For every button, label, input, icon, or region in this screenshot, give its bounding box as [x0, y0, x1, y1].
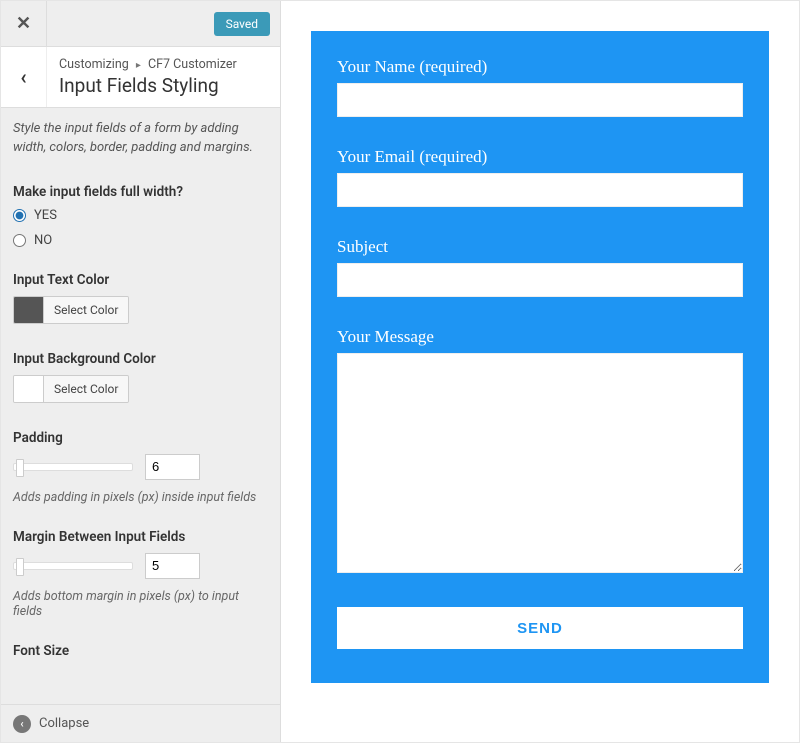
- control-help: Adds padding in pixels (px) inside input…: [13, 490, 268, 505]
- email-input[interactable]: [337, 173, 743, 207]
- sidebar-body: Style the input fields of a form by addi…: [1, 108, 280, 742]
- field-label: Subject: [337, 237, 743, 257]
- collapse-label: Collapse: [39, 716, 89, 731]
- message-textarea[interactable]: [337, 353, 743, 573]
- control-label: Padding: [13, 430, 268, 446]
- control-help: Adds bottom margin in pixels (px) to inp…: [13, 589, 268, 619]
- radio-no-row[interactable]: NO: [13, 233, 268, 248]
- contact-form: Your Name (required) Your Email (require…: [311, 31, 769, 683]
- control-bg-color: Input Background Color Select Color: [13, 351, 268, 406]
- control-text-color: Input Text Color Select Color: [13, 272, 268, 327]
- margin-slider[interactable]: [13, 562, 133, 570]
- collapse-button[interactable]: ‹ Collapse: [1, 704, 280, 742]
- close-icon: ✕: [16, 13, 31, 34]
- color-picker-text[interactable]: Select Color: [13, 296, 129, 324]
- padding-input[interactable]: [145, 454, 200, 480]
- saved-badge: Saved: [214, 12, 270, 36]
- control-label: Input Background Color: [13, 351, 268, 367]
- radio-yes-label: YES: [34, 208, 57, 223]
- send-button[interactable]: SEND: [337, 607, 743, 649]
- breadcrumb-root: Customizing: [59, 57, 129, 72]
- customizer-sidebar: ✕ Saved ‹ Customizing ▸ CF7 Customizer I…: [1, 1, 281, 742]
- slider-thumb[interactable]: [16, 558, 24, 576]
- chevron-right-icon: ▸: [136, 60, 141, 71]
- field-message: Your Message: [337, 327, 743, 577]
- sidebar-header: ‹ Customizing ▸ CF7 Customizer Input Fie…: [1, 47, 280, 108]
- control-margin: Margin Between Input Fields Adds bottom …: [13, 529, 268, 619]
- field-label: Your Email (required): [337, 147, 743, 167]
- panel-title: Input Fields Styling: [59, 74, 268, 97]
- breadcrumb-leaf: CF7 Customizer: [148, 57, 237, 72]
- panel-description: Style the input fields of a form by addi…: [13, 120, 268, 158]
- field-subject: Subject: [337, 237, 743, 297]
- control-label: Margin Between Input Fields: [13, 529, 268, 545]
- subject-input[interactable]: [337, 263, 743, 297]
- control-label: Make input fields full width?: [13, 184, 268, 200]
- radio-yes-row[interactable]: YES: [13, 208, 268, 223]
- slider-thumb[interactable]: [16, 459, 24, 477]
- breadcrumb: Customizing ▸ CF7 Customizer: [59, 57, 268, 72]
- radio-yes[interactable]: [13, 209, 26, 222]
- sidebar-title-box: Customizing ▸ CF7 Customizer Input Field…: [47, 47, 280, 107]
- name-input[interactable]: [337, 83, 743, 117]
- select-color-button[interactable]: Select Color: [44, 376, 128, 402]
- field-label: Your Message: [337, 327, 743, 347]
- back-button[interactable]: ‹: [1, 47, 47, 107]
- control-full-width: Make input fields full width? YES NO: [13, 184, 268, 248]
- chevron-left-circle-icon: ‹: [13, 715, 31, 733]
- control-label: Input Text Color: [13, 272, 268, 288]
- radio-no-label: NO: [34, 233, 52, 248]
- sidebar-topbar: ✕ Saved: [1, 1, 280, 47]
- close-button[interactable]: ✕: [1, 1, 47, 47]
- field-name: Your Name (required): [337, 57, 743, 117]
- field-email: Your Email (required): [337, 147, 743, 207]
- control-font-size: Font Size: [13, 643, 268, 659]
- color-swatch: [14, 376, 44, 402]
- chevron-left-icon: ‹: [20, 65, 26, 89]
- preview-pane: Your Name (required) Your Email (require…: [281, 1, 799, 742]
- margin-input[interactable]: [145, 553, 200, 579]
- color-swatch: [14, 297, 44, 323]
- control-padding: Padding Adds padding in pixels (px) insi…: [13, 430, 268, 505]
- field-label: Your Name (required): [337, 57, 743, 77]
- control-label: Font Size: [13, 643, 268, 659]
- color-picker-bg[interactable]: Select Color: [13, 375, 129, 403]
- radio-no[interactable]: [13, 234, 26, 247]
- select-color-button[interactable]: Select Color: [44, 297, 128, 323]
- padding-slider[interactable]: [13, 463, 133, 471]
